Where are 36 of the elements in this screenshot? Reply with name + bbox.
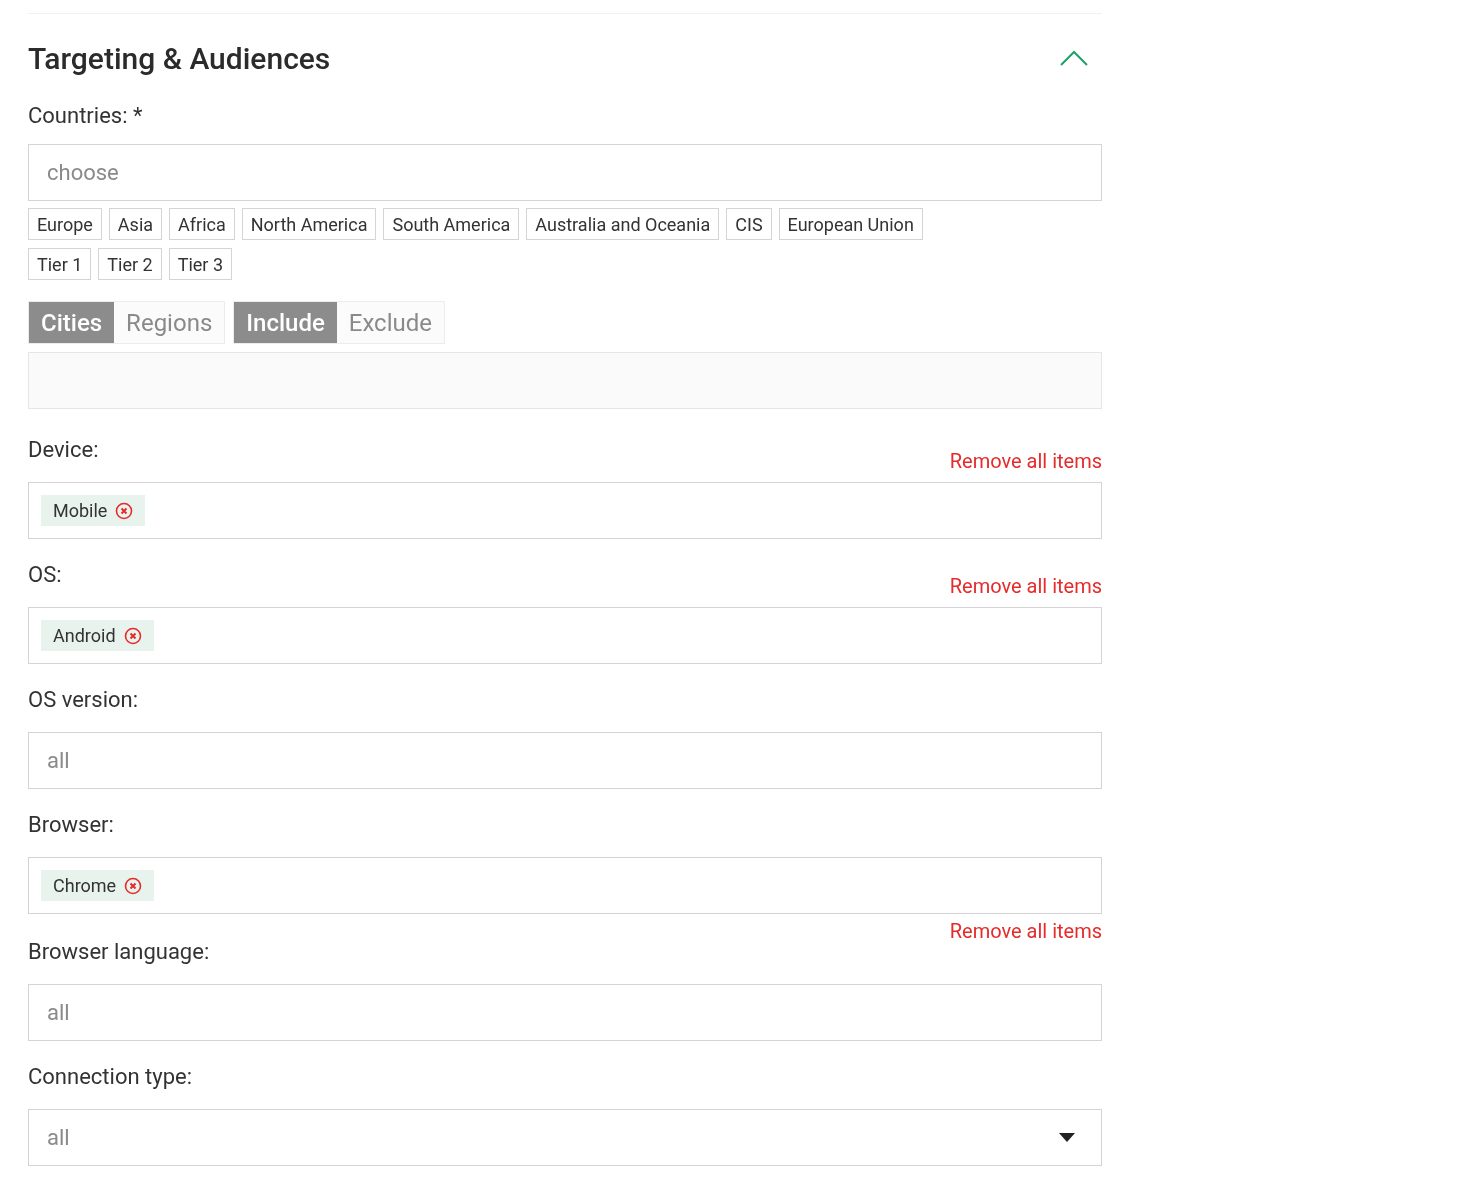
region-chip[interactable]: Tier 1 [28,248,92,280]
dropdown-caret-icon [1059,1132,1075,1143]
input-field[interactable]: all [28,732,1102,789]
remove-icon[interactable] [115,501,134,520]
field-label: OS: [28,561,62,589]
tag-label: Android [53,624,116,648]
remove-all-link[interactable]: Remove all items [949,446,1102,476]
tag-label: Mobile [53,499,108,523]
countries-field[interactable]: choose [28,144,1102,201]
region-chip[interactable]: Tier 2 [98,248,162,280]
collapse-chevron-icon[interactable] [1060,50,1088,66]
region-chip[interactable]: Europe [28,208,102,240]
remove-icon[interactable] [124,876,143,895]
field-label: OS version: [28,686,139,714]
tag-field[interactable]: Android [28,607,1102,664]
tag-field[interactable]: Mobile [28,482,1102,539]
region-chip[interactable]: Asia [108,208,163,240]
tag-label: Chrome [53,874,117,898]
remove-all-link[interactable]: Remove all items [949,571,1102,601]
remove-all-link[interactable]: Remove all items [949,916,1102,946]
section-title: Targeting & Audiences [28,39,331,78]
field-label: Browser language: [28,938,210,966]
remove-icon[interactable] [123,626,142,645]
region-chip[interactable]: North America [241,208,377,240]
field-label: Device: [28,436,99,464]
region-chip[interactable]: Australia and Oceania [526,208,720,240]
input-field[interactable]: all [28,984,1102,1041]
region-chip[interactable]: Tier 3 [168,248,233,280]
field-label: Countries: * [28,102,144,130]
region-chip[interactable]: South America [383,208,520,240]
region-chip[interactable]: CIS [726,208,772,240]
field-label: Browser: [28,811,114,839]
tag-field[interactable]: Chrome [28,857,1102,914]
field-label: Connection type: [28,1063,192,1091]
region-chip[interactable]: European Union [778,208,923,240]
region-chip[interactable]: Africa [169,208,235,240]
